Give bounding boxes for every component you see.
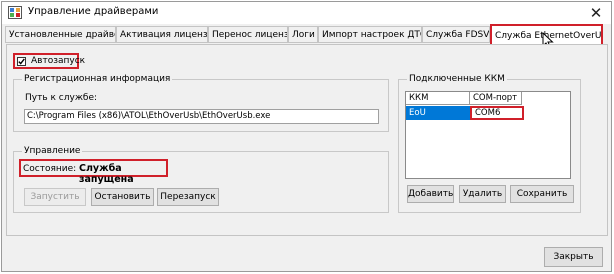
service-path-label: Путь к службе: — [25, 93, 98, 103]
registration-group-title: Регистрационная информация — [22, 73, 173, 85]
connected-kkm-title: Подключенные ККМ — [407, 73, 507, 85]
app-icon — [8, 6, 22, 19]
driver-manager-window: Управление драйверами ✕ Установленные др… — [1, 1, 612, 272]
add-button[interactable]: Добавить — [407, 185, 454, 203]
close-icon: ✕ — [589, 4, 603, 22]
column-header-com-port[interactable]: COM-порт — [470, 92, 522, 105]
state-value: Служба запущена — [79, 163, 134, 185]
tab-installed-drivers[interactable]: Установленные драйверы — [5, 26, 116, 43]
autostart-checkbox[interactable]: Автозапуск — [13, 53, 85, 69]
window-title: Управление драйверами — [28, 6, 159, 17]
table-row-port-cell[interactable]: COM6 — [470, 106, 524, 120]
autostart-label: Автозапуск — [31, 56, 86, 66]
tab-license-transfer[interactable]: Перенос лицензии — [208, 26, 288, 43]
control-group: Управление Состояние: Служба запущена За… — [13, 145, 389, 213]
save-button[interactable]: Сохранить — [510, 185, 574, 203]
state-label: Состояние: — [23, 164, 77, 174]
tab-import-dto6[interactable]: Импорт настроек ДТО-6 — [318, 26, 422, 43]
start-button[interactable]: Запустить — [24, 188, 86, 206]
registration-group: Регистрационная информация Путь к службе… — [13, 73, 389, 132]
tab-bar: Установленные драйверы Активация лицензи… — [2, 24, 611, 44]
service-status-box: Состояние: Служба запущена — [19, 159, 168, 185]
stop-button[interactable]: Остановить — [91, 188, 154, 206]
restart-button[interactable]: Перезапуск — [157, 188, 219, 206]
control-group-title: Управление — [22, 145, 83, 157]
checkbox-box[interactable] — [17, 57, 26, 66]
checkmark-icon — [18, 58, 25, 65]
column-header-kkm[interactable]: ККМ — [406, 92, 470, 105]
table-row-kkm-cell[interactable]: EoU — [406, 106, 470, 120]
title-bar: Управление драйверами ✕ — [2, 2, 611, 24]
tab-fdsvc-service[interactable]: Служба FDSVC — [422, 26, 490, 43]
delete-button[interactable]: Удалить — [459, 185, 506, 203]
tab-license-activation[interactable]: Активация лицензии — [116, 26, 208, 43]
service-path-field[interactable]: C:\Program Files (x86)\ATOL\EthOverUsb\E… — [24, 109, 379, 124]
kkm-table[interactable]: ККМ COM-порт EoU COM6 — [405, 91, 571, 179]
close-window-button[interactable]: ✕ — [587, 4, 605, 22]
close-button[interactable]: Закрыть — [544, 247, 603, 267]
tab-logs[interactable]: Логи — [288, 26, 318, 43]
